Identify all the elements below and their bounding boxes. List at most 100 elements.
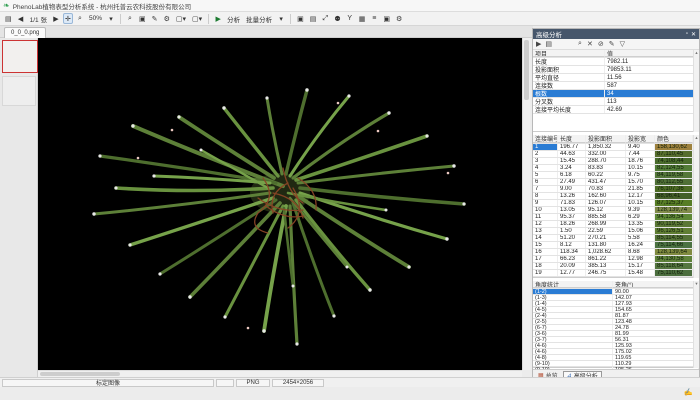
mask-dropdown-icon[interactable]: ▢▾ — [190, 13, 204, 24]
column-header[interactable]: 项目 — [533, 50, 605, 57]
table-cell: 9 — [533, 200, 558, 206]
properties-header-row: 项目 值 — [533, 50, 699, 58]
property-row[interactable]: 连接平均长度42.69 — [533, 106, 699, 114]
table-cell: 6 — [533, 179, 558, 185]
table-cell: 79853.11 — [605, 66, 699, 73]
links-scrollbar[interactable]: ▲ — [693, 135, 699, 278]
link-row[interactable]: 1820.09385.1315.1785,118,64 — [533, 263, 699, 270]
prev-image-icon[interactable]: ◀ — [16, 13, 26, 24]
angles-scrollbar[interactable]: ▼ — [693, 281, 699, 368]
properties-scrollbar[interactable]: ▲ — [693, 50, 699, 132]
zoom-in-icon[interactable]: ⌕ — [125, 13, 135, 24]
table-cell: 15.17 — [626, 263, 655, 269]
property-row[interactable]: 根数34 — [533, 90, 699, 98]
link-row[interactable]: 158.12131.8016.2475,114,66 — [533, 242, 699, 249]
status-mode: 标定图像 — [2, 379, 214, 387]
canvas-horizontal-scrollbar[interactable] — [38, 370, 522, 377]
column-header[interactable]: 夹角(°) — [613, 281, 699, 288]
link-row[interactable]: 627.49431.4715.7080,112,55 — [533, 179, 699, 186]
panel-play-icon[interactable]: ▶ — [536, 40, 541, 48]
link-row[interactable]: 1195.37885.586.2994,136,54 — [533, 214, 699, 221]
panel-close-icon[interactable]: ✕ — [691, 31, 696, 38]
color-swatch-cell: 68,96,41 — [655, 193, 693, 199]
table-cell: (3-6) — [533, 331, 613, 336]
batch-analyze-button[interactable]: 批量分析 — [244, 13, 274, 24]
link-row[interactable]: 56.1860.229.7584,119,58 — [533, 172, 699, 179]
table-cell: 平均直径 — [533, 74, 605, 81]
link-row[interactable]: 79.0070.8321.8576,107,36 — [533, 186, 699, 193]
panel-title-bar: 高级分析 ▫ ✕ — [533, 29, 699, 39]
property-row[interactable]: 平均直径11.56 — [533, 74, 699, 82]
property-row[interactable]: 长度7982.11 — [533, 58, 699, 66]
fit-view-icon[interactable]: ▣ — [137, 13, 148, 24]
image-tab[interactable]: 0_0_0.png — [4, 27, 46, 38]
property-row[interactable]: 投影面积79853.11 — [533, 66, 699, 74]
panel-edit-icon[interactable]: ✎ — [609, 40, 615, 48]
color-swatch-cell: 80,112,55 — [655, 179, 693, 185]
app-leaf-icon: ❧ — [3, 2, 10, 10]
table-cell: 81.87 — [613, 313, 699, 318]
camera-icon[interactable]: ▣ — [381, 13, 392, 24]
link-row[interactable]: 1196.771,850.329.40158,130,62 — [533, 144, 699, 151]
column-header[interactable]: 值 — [605, 50, 699, 57]
link-row[interactable]: 1766.23861.2212.9894,130,58 — [533, 256, 699, 263]
advanced-analysis-panel: 高级分析 ▫ ✕ ▶ ▤ ⌕ ✕ ⊘ ✎ ▽ 项目 值 长度7982.11投影面… — [532, 28, 700, 380]
expand-icon[interactable]: ⤢ — [320, 13, 330, 24]
column-header[interactable]: 长度 — [558, 135, 586, 143]
edit-icon[interactable]: ✎ — [150, 13, 160, 24]
column-header[interactable]: 角度统计 — [533, 281, 613, 288]
image-icon[interactable]: ▣ — [295, 13, 306, 24]
link-row[interactable]: 813.26162.6012.1768,96,41 — [533, 193, 699, 200]
property-row[interactable]: 连接数587 — [533, 82, 699, 90]
panel-search-icon[interactable]: ⌕ — [578, 40, 582, 48]
settings-icon[interactable]: ⚙ — [162, 13, 172, 24]
link-row[interactable]: 16118.341,028.628.68128,139,64 — [533, 249, 699, 256]
panel-filter-icon[interactable]: ▽ — [620, 40, 625, 48]
column-header[interactable]: 投影宽 — [626, 135, 655, 143]
table-cell: 125.93 — [613, 343, 699, 348]
zoom-dropdown-caret-icon[interactable]: ▾ — [106, 13, 116, 24]
image-canvas[interactable] — [38, 38, 522, 370]
zoom-level-select[interactable]: 50% — [87, 13, 104, 24]
list-icon[interactable]: ≡ — [369, 13, 379, 24]
table-cell: 154.65 — [613, 307, 699, 312]
zoom-tool-icon[interactable]: ⌕ — [75, 13, 85, 24]
link-row[interactable]: 1451.20270.215.5885,114,55 — [533, 235, 699, 242]
column-header[interactable]: 连接编号 — [533, 135, 558, 143]
active-thumbnail[interactable] — [2, 40, 38, 73]
next-image-icon[interactable]: ▶ — [51, 13, 61, 24]
person-icon[interactable]: ⚉ — [332, 13, 342, 24]
panel-report-icon[interactable]: ▤ — [545, 40, 552, 48]
link-row[interactable]: 244.63332.007.4487,110,45 — [533, 151, 699, 158]
analyze-play-icon[interactable]: ▶ — [213, 13, 223, 24]
column-header[interactable]: 颜色 — [655, 135, 693, 143]
branch-y-icon[interactable]: Y — [345, 13, 355, 24]
table-cell: 71.83 — [558, 200, 586, 206]
link-row[interactable]: 315.45288.7018.7674,108,44 — [533, 158, 699, 165]
column-header[interactable]: 投影面积 — [586, 135, 626, 143]
panel-delete-icon[interactable]: ✕ — [587, 40, 593, 48]
table-cell: 1 — [533, 144, 558, 150]
grid-table-icon[interactable]: ▦ — [357, 13, 368, 24]
table-cell: (2-4) — [533, 313, 613, 318]
link-row[interactable]: 131.5022.5915.0696,126,51 — [533, 228, 699, 235]
link-row[interactable]: 1218.26268.9913.3590,119,52 — [533, 221, 699, 228]
canvas-vertical-scrollbar[interactable] — [522, 38, 530, 370]
link-row[interactable]: 971.83126.0710.1587,125,37 — [533, 200, 699, 207]
panel-float-icon[interactable]: ▫ — [686, 31, 688, 38]
panel-exclude-icon[interactable]: ⊘ — [598, 40, 604, 48]
table-cell: 9.39 — [626, 207, 655, 213]
property-row[interactable]: 分叉数113 — [533, 98, 699, 106]
save-icon[interactable]: ▤ — [3, 13, 14, 24]
table-cell: 12.77 — [558, 270, 586, 276]
link-row[interactable]: 43.2483.8310.1582,124,55 — [533, 165, 699, 172]
gear-icon[interactable]: ⚙ — [394, 13, 404, 24]
table-cell: 268.99 — [586, 221, 626, 227]
analyze-button[interactable]: 分析 — [225, 13, 242, 24]
link-row[interactable]: 1013.0595.129.39128,139,74 — [533, 207, 699, 214]
batch-dropdown-caret-icon[interactable]: ▾ — [276, 13, 286, 24]
layer-dropdown-icon[interactable]: ▢▾ — [174, 13, 188, 24]
report-icon[interactable]: ▤ — [308, 13, 319, 24]
pan-tool-icon[interactable]: ✛ — [63, 13, 73, 24]
link-row[interactable]: 1912.77246.7515.4875,110,62 — [533, 270, 699, 277]
